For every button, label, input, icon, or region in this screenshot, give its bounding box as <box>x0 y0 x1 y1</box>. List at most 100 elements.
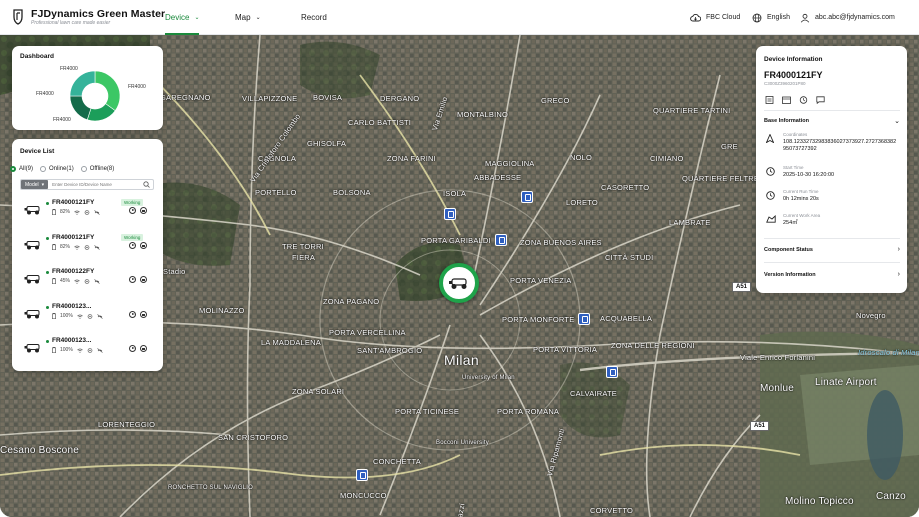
nav-map[interactable]: Map ⌄ <box>235 0 261 35</box>
chevron-down-icon: ⌄ <box>255 15 261 21</box>
device-list-item[interactable]: FR4000121FY Working 82% <box>24 234 154 262</box>
device-actions <box>129 345 147 352</box>
metro-icon[interactable] <box>578 313 590 325</box>
device-stats: 100% <box>52 313 103 319</box>
metro-icon[interactable] <box>606 366 618 378</box>
history-icon[interactable] <box>799 96 808 104</box>
start-button[interactable] <box>129 311 136 318</box>
device-list-item[interactable]: FR4000123... 100% <box>24 303 154 331</box>
start-button[interactable] <box>129 276 136 283</box>
language-selector[interactable]: English <box>752 0 790 35</box>
online-status-dot <box>46 271 49 274</box>
pause-button[interactable] <box>140 207 147 214</box>
base-info-section-header[interactable]: Base Information ⌄ <box>764 117 900 125</box>
work-area-label: Current Work Area <box>783 213 821 218</box>
signal-icon <box>84 209 90 215</box>
fbc-cloud-button[interactable]: FBC Cloud <box>690 0 740 35</box>
online-status-dot <box>46 237 49 240</box>
device-list-item[interactable]: FR4000123... 100% <box>24 337 154 365</box>
device-actions <box>129 207 147 214</box>
user-icon <box>800 13 810 22</box>
mower-icon <box>24 241 40 250</box>
device-location-marker[interactable] <box>439 263 479 303</box>
device-info-title: Device Information <box>764 56 823 63</box>
metro-icon[interactable] <box>521 191 533 203</box>
calendar-icon[interactable] <box>782 96 791 104</box>
nav-record[interactable]: Record <box>301 0 327 35</box>
pause-button[interactable] <box>140 345 147 352</box>
logo-icon <box>13 9 23 25</box>
donut-segment[interactable] <box>69 95 92 121</box>
start-button[interactable] <box>129 242 136 249</box>
fbc-cloud-label: FBC Cloud <box>706 14 741 21</box>
battery-icon <box>52 209 56 215</box>
radio-icon <box>40 166 47 172</box>
online-status-dot <box>46 306 49 309</box>
device-filter-group: All(9) Online(1) Offline(8) <box>10 166 114 172</box>
map-label: Novegro <box>856 311 886 320</box>
map-label: PORTA VERCELLINA <box>329 328 406 337</box>
device-info-panel: Device Information FR4000121FY C3000Z396… <box>756 46 907 293</box>
language-label: English <box>767 14 790 21</box>
pause-button[interactable] <box>140 311 147 318</box>
chevron-down-icon: ⌄ <box>194 15 200 21</box>
top-bar: FJDynamics Green Master Professional law… <box>0 0 919 35</box>
donut-segment[interactable] <box>69 70 96 97</box>
divider <box>764 238 900 239</box>
metro-icon[interactable] <box>495 234 507 246</box>
battery-value: 45% <box>60 278 71 284</box>
message-icon[interactable] <box>816 96 825 104</box>
device-search-input[interactable] <box>52 182 137 187</box>
component-status-section[interactable]: Component Status › <box>764 246 900 253</box>
wifi-icon <box>77 348 83 353</box>
model-select[interactable]: Model ▾ <box>21 180 49 189</box>
map-label: ZONA BUENOS AIRES <box>520 238 602 247</box>
device-search-bar: Model ▾ <box>20 179 154 190</box>
map-label: University of Milan <box>462 375 515 381</box>
map-label: BOVISA <box>313 93 343 102</box>
map-label: GRE <box>721 142 738 151</box>
map-label: VILLAPIZZONE <box>242 94 298 103</box>
battery-icon <box>52 278 56 284</box>
work-area-value: 254㎡ <box>783 220 798 226</box>
road-badge: A51 <box>750 421 770 431</box>
nav-device[interactable]: Device ⌄ <box>165 0 200 35</box>
report-icon[interactable] <box>765 96 774 104</box>
map-label: Cesano Boscone <box>0 445 79 456</box>
battery-value: 100% <box>60 313 73 319</box>
device-actions <box>129 311 147 318</box>
map-label: Viale Enrico Forlanini <box>740 353 816 362</box>
start-button[interactable] <box>129 207 136 214</box>
device-list-item[interactable]: FR4000122FY 45% <box>24 268 154 296</box>
globe-icon <box>752 13 762 22</box>
map-label: RONCHETTO SUL NAVIGLIO <box>168 485 253 491</box>
filter-all[interactable]: All(9) <box>10 166 33 172</box>
map-label: NOLO <box>570 153 593 162</box>
map-label: SANT'AMBROGIO <box>357 346 423 355</box>
map-label: PORTA TICINESE <box>395 407 460 416</box>
dashboard-panel: Dashboard FR4000 FR4000 FR4000 FR4000 <box>12 46 163 130</box>
dashboard-donut-chart <box>69 70 121 122</box>
user-account[interactable]: abc.abc@fjdynamics.com <box>800 0 895 35</box>
metro-icon[interactable] <box>356 469 368 481</box>
battery-value: 100% <box>60 347 73 353</box>
start-button[interactable] <box>129 345 136 352</box>
pause-button[interactable] <box>140 242 147 249</box>
start-time-label: Start Time <box>783 165 804 170</box>
pause-button[interactable] <box>140 276 147 283</box>
nav-map-label: Map <box>235 13 251 22</box>
version-info-section[interactable]: Version Information › <box>764 271 900 278</box>
metro-icon[interactable] <box>444 208 456 220</box>
mower-icon <box>24 206 40 215</box>
search-icon[interactable] <box>143 181 150 188</box>
map-label: PORTA GARIBALDI <box>421 236 491 245</box>
map-label: Stadio <box>163 267 186 276</box>
dashboard-title: Dashboard <box>20 53 54 60</box>
filter-online[interactable]: Online(1) <box>40 166 74 172</box>
map-label: GRECO <box>541 96 570 105</box>
battery-value: 82% <box>60 244 71 250</box>
pie-label: FR4000 <box>36 91 54 97</box>
filter-offline[interactable]: Offline(8) <box>80 166 114 172</box>
device-list-item[interactable]: FR4000121FY Working 82% <box>24 199 154 227</box>
map-label: PORTA VITTORIA <box>533 345 598 354</box>
